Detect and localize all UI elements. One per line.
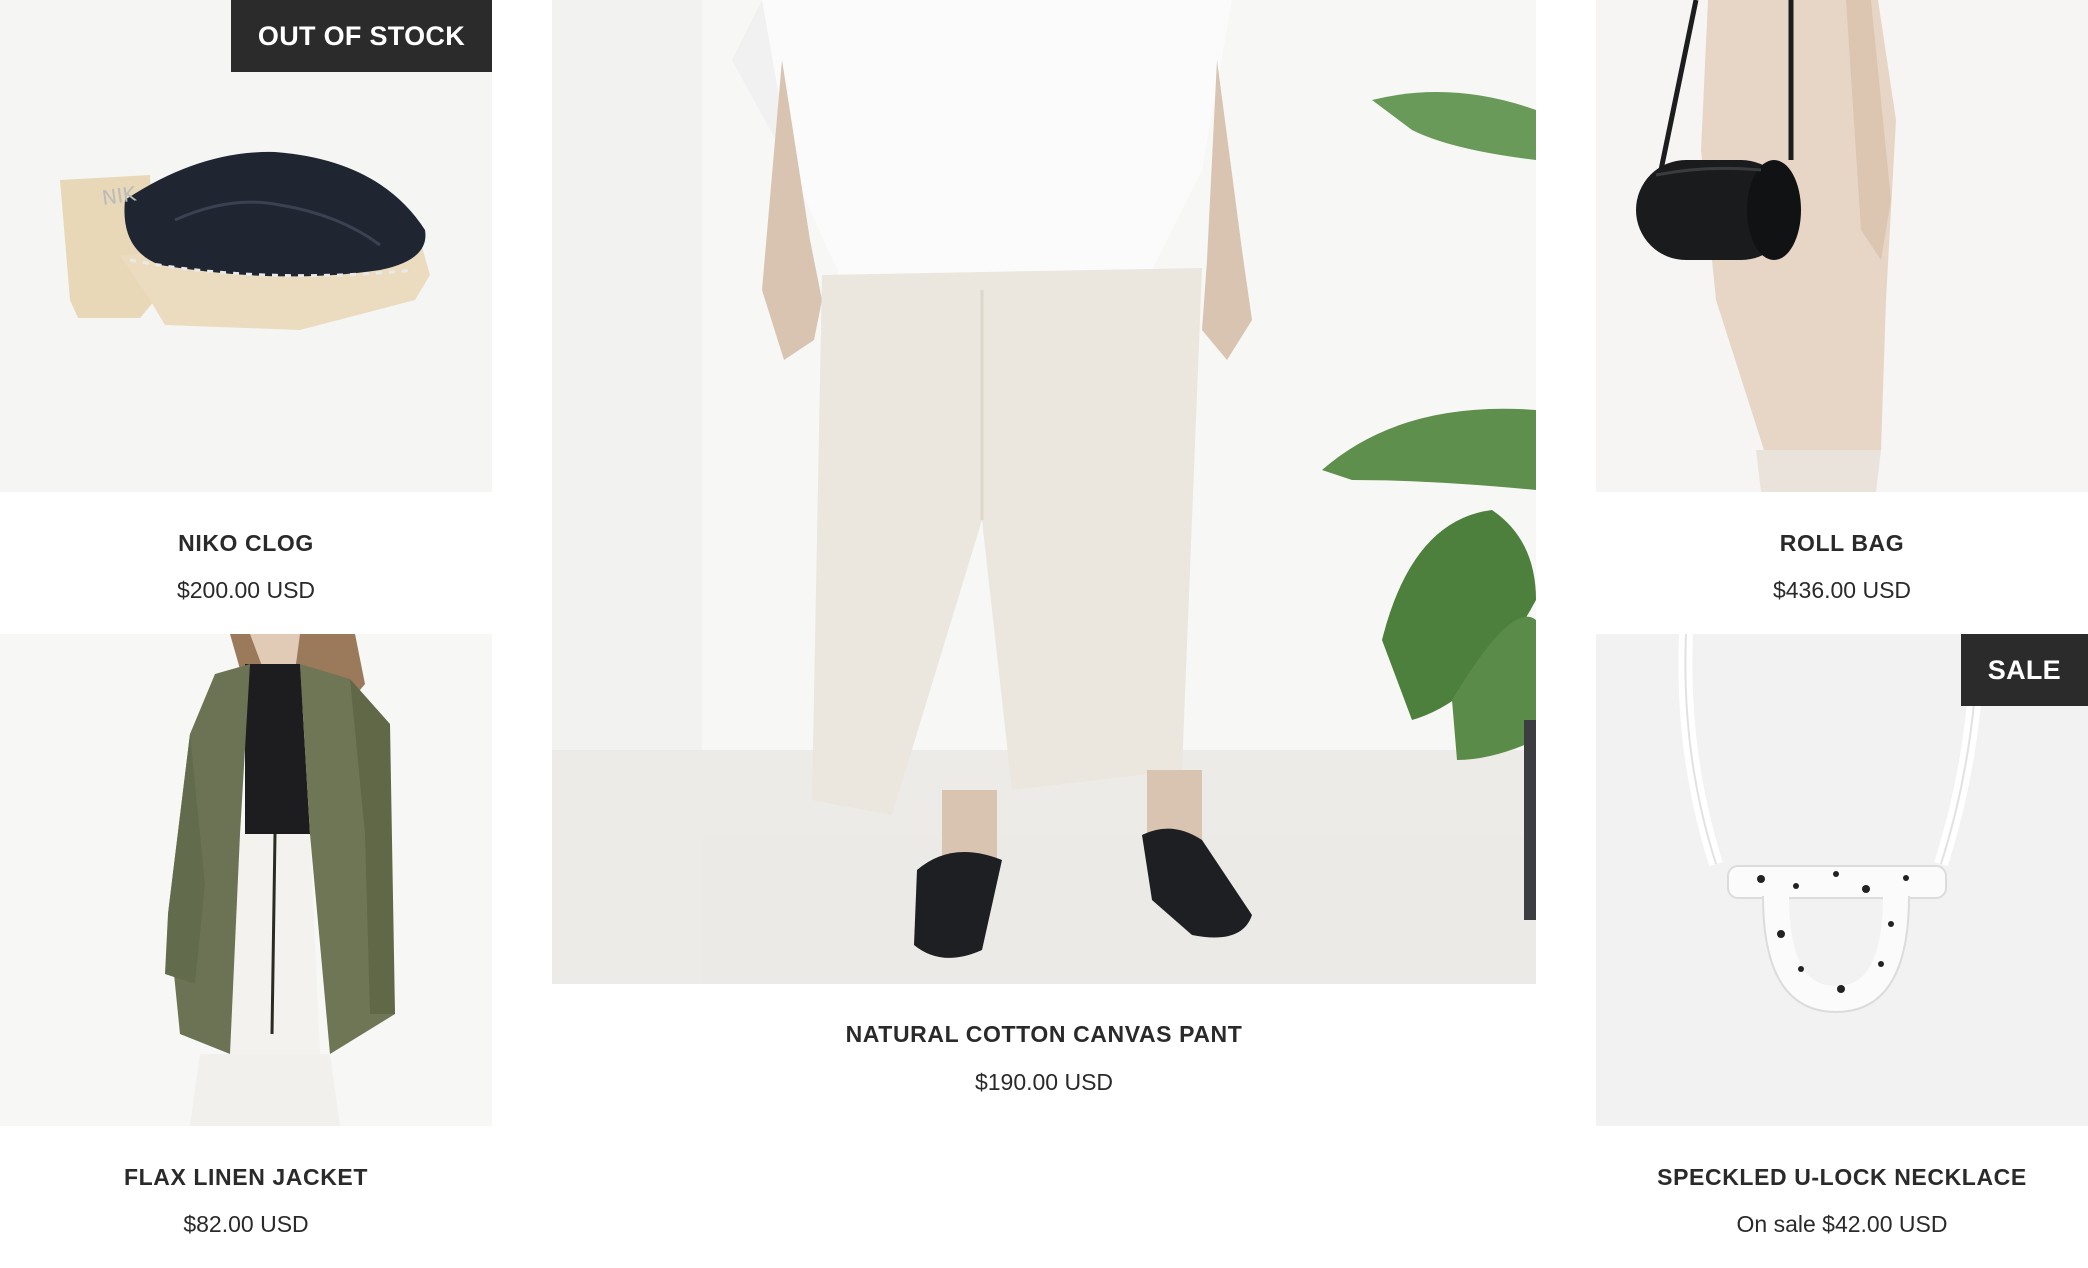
- svg-text:NIK: NIK: [100, 181, 138, 210]
- product-price: $436.00 USD: [1772, 577, 1912, 603]
- product-title[interactable]: SPECKLED U-LOCK NECKLACE: [1596, 1164, 2088, 1191]
- product-card-flax-linen-jacket[interactable]: FLAX LINEN JACKET $82.00 USD: [0, 634, 492, 1268]
- sale-badge: SALE: [1960, 634, 2088, 706]
- product-title[interactable]: FLAX LINEN JACKET: [0, 1164, 492, 1191]
- out-of-stock-badge: OUT OF STOCK: [230, 0, 492, 72]
- product-title[interactable]: ROLL BAG: [1596, 530, 2088, 557]
- product-card-roll-bag[interactable]: ROLL BAG $436.00 USD: [1596, 0, 2088, 620]
- product-price: $190.00 USD: [974, 1069, 1114, 1095]
- product-image-natural-cotton-canvas-pant[interactable]: [552, 0, 1536, 984]
- product-card-speckled-u-lock-necklace[interactable]: SALE SPECKLED U-LOCK NECKLACE On sale $4…: [1596, 634, 2088, 1268]
- product-image-niko-clog[interactable]: NIK OUT OF STOCK: [0, 0, 492, 492]
- product-price: On sale $42.00 USD: [1736, 1211, 1948, 1237]
- product-title[interactable]: NATURAL COTTON CANVAS PANT: [552, 1021, 1536, 1048]
- product-price: $200.00 USD: [176, 577, 316, 603]
- product-price: $82.00 USD: [183, 1211, 309, 1237]
- product-title[interactable]: NIKO CLOG: [0, 530, 492, 557]
- product-image-speckled-u-lock-necklace[interactable]: SALE: [1596, 634, 2088, 1126]
- product-image-flax-linen-jacket[interactable]: [0, 634, 492, 1126]
- product-image-roll-bag[interactable]: [1596, 0, 2088, 492]
- product-card-natural-cotton-canvas-pant[interactable]: NATURAL COTTON CANVAS PANT $190.00 USD: [552, 0, 1536, 1110]
- product-card-niko-clog[interactable]: NIK OUT OF STOCK NIKO CLOG $200.00 USD: [0, 0, 492, 620]
